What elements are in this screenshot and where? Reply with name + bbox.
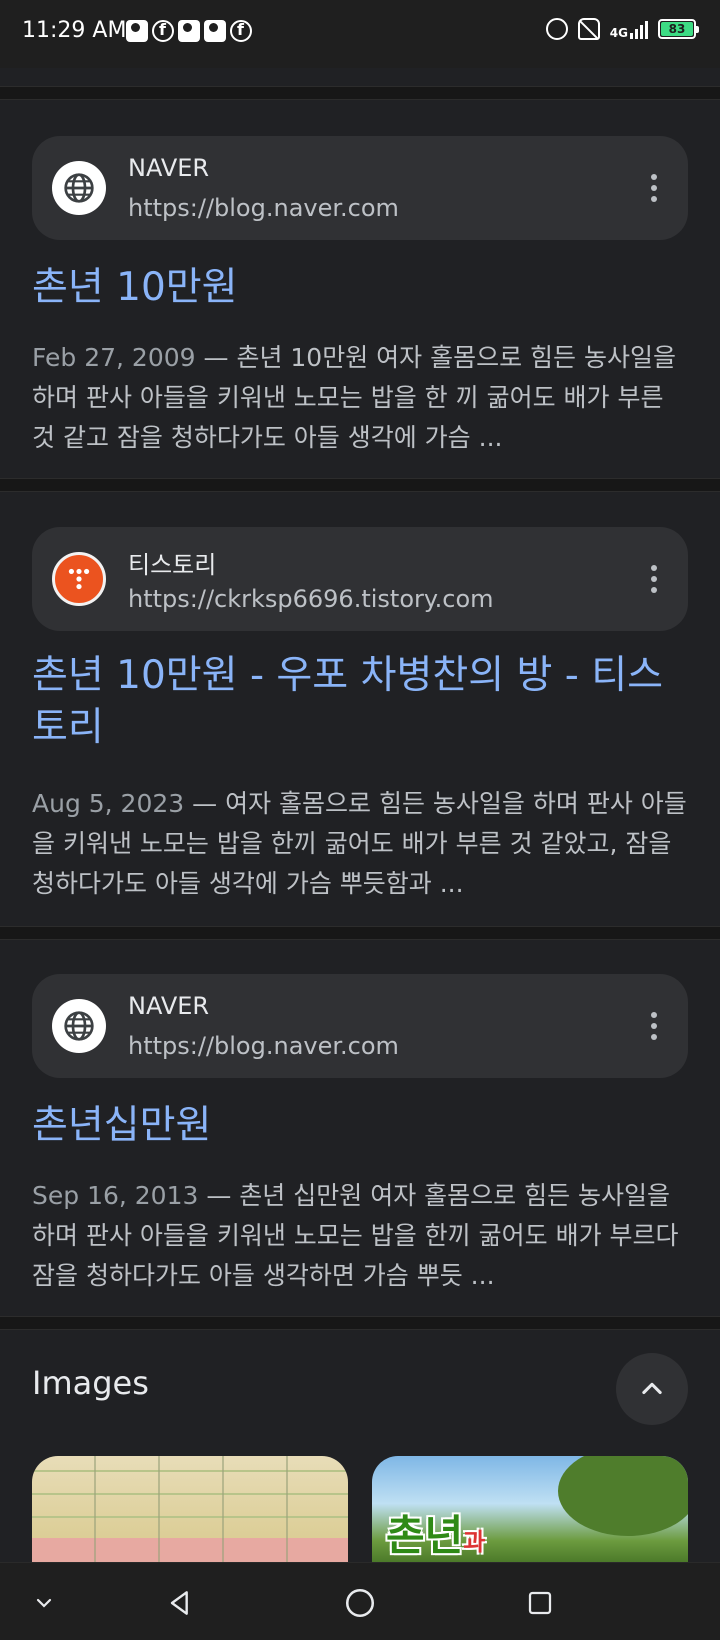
section-divider [0, 1316, 720, 1330]
result-title[interactable]: 촌년십만원 [32, 1100, 688, 1152]
section-divider [0, 478, 720, 492]
result-date: Sep 16, 2013 [32, 1181, 199, 1210]
result-date: Feb 27, 2009 [32, 343, 196, 372]
back-button[interactable] [158, 1581, 202, 1625]
notification-icons [126, 20, 252, 42]
tistory-icon [52, 552, 106, 606]
status-bar: 11:29 AM 4G 83 [0, 0, 720, 68]
source-name: NAVER [128, 154, 210, 182]
chevron-down-icon [36, 1598, 52, 1608]
home-circle-icon [345, 1588, 375, 1618]
system-nav-bar [0, 1562, 720, 1640]
status-time: 11:29 AM [22, 18, 127, 43]
signal-icon: 4G [610, 19, 648, 39]
facebook-icon [230, 20, 252, 42]
tree-illustration [558, 1456, 688, 1536]
back-triangle-icon [170, 1591, 188, 1615]
result-snippet: Sep 16, 2013 — 촌년 십만원 여자 홀몸으로 힘든 농사일을 하며… [32, 1176, 692, 1296]
source-url: https://blog.naver.com [128, 1032, 399, 1060]
result-source[interactable]: NAVER https://blog.naver.com [32, 974, 688, 1078]
image-caption: 촌년과 [386, 1511, 486, 1560]
chevron-up-icon [642, 1382, 662, 1395]
contact-notification-icon [204, 20, 226, 42]
image-result[interactable]: 촌년과 [372, 1456, 688, 1562]
result-source[interactable]: NAVER https://blog.naver.com [32, 136, 688, 240]
more-options-icon[interactable] [650, 174, 658, 202]
alarm-icon [545, 18, 568, 40]
collapse-button[interactable] [616, 1353, 688, 1425]
source-url: https://ckrksp6696.tistory.com [128, 585, 494, 613]
globe-icon [52, 999, 106, 1053]
more-options-icon[interactable] [650, 1012, 658, 1040]
table-photo [32, 1456, 348, 1562]
home-button[interactable] [338, 1581, 382, 1625]
section-divider [0, 86, 720, 100]
source-name: 티스토리 [128, 551, 217, 579]
network-type: 4G [609, 26, 628, 40]
result-date: Aug 5, 2023 [32, 789, 185, 818]
status-indicators: 4G 83 [545, 18, 699, 40]
image-result[interactable] [32, 1456, 348, 1562]
source-name: NAVER [128, 992, 210, 1020]
source-url: https://blog.naver.com [128, 194, 399, 222]
bell-muted-icon [577, 18, 600, 40]
result-snippet: Feb 27, 2009 — 촌년 10만원 여자 홀몸으로 힘든 농사일을 하… [32, 338, 692, 458]
battery-level: 83 [661, 22, 693, 36]
result-title[interactable]: 촌년 10만원 - 우포 차병찬의 방 - 티스토리 [32, 650, 688, 754]
images-heading: Images [32, 1364, 149, 1402]
battery-icon: 83 [658, 19, 699, 39]
result-title[interactable]: 촌년 10만원 [32, 262, 688, 314]
result-snippet: Aug 5, 2023 — 여자 홀몸으로 힘든 농사일을 하며 판사 아들을 … [32, 784, 692, 904]
more-options-icon[interactable] [650, 565, 658, 593]
contact-notification-icon [178, 20, 200, 42]
facebook-icon [152, 20, 174, 42]
result-source[interactable]: 티스토리 https://ckrksp6696.tistory.com [32, 527, 688, 631]
hide-keyboard-button[interactable] [22, 1581, 66, 1625]
contact-notification-icon [126, 20, 148, 42]
section-divider [0, 926, 720, 940]
recents-square-icon [528, 1591, 552, 1615]
globe-icon [52, 161, 106, 215]
recents-button[interactable] [518, 1581, 562, 1625]
